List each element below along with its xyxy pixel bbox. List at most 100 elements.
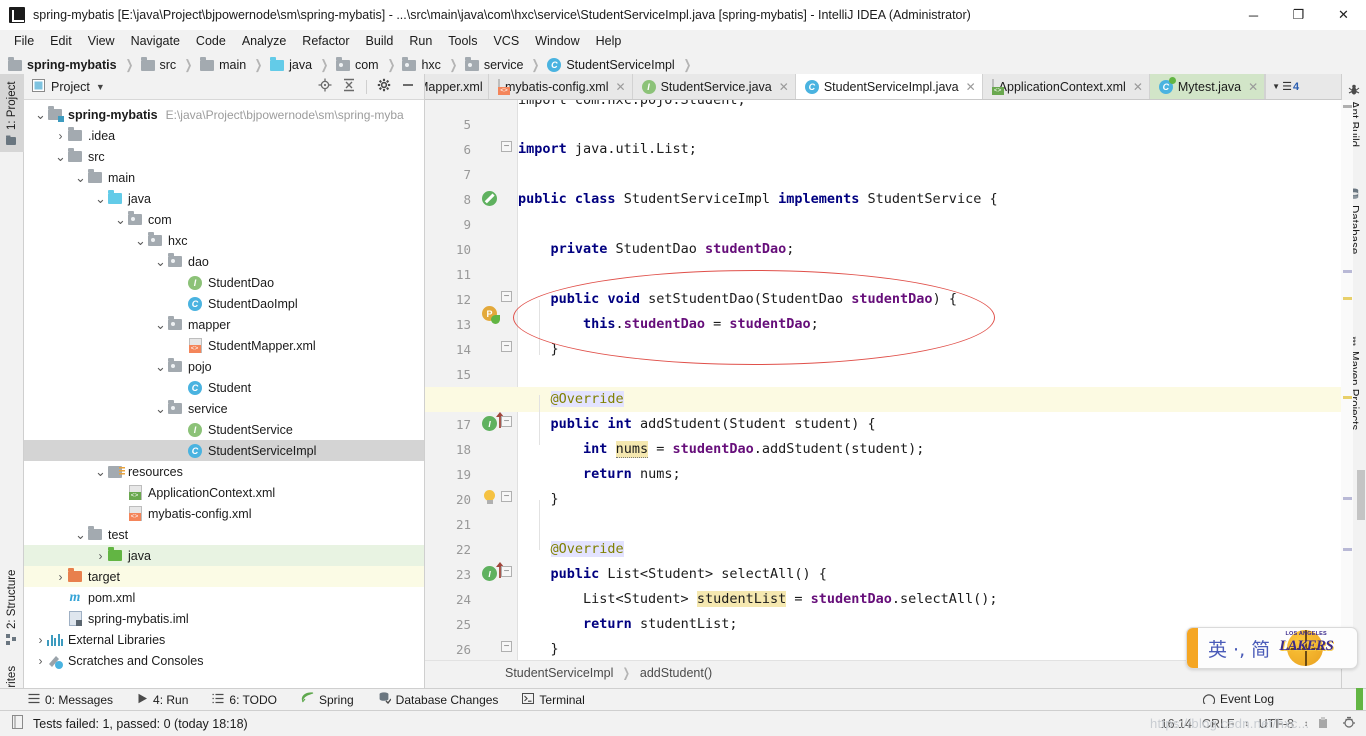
- menu-edit[interactable]: Edit: [42, 32, 80, 50]
- chevron-right-icon[interactable]: ›: [34, 654, 47, 668]
- breadcrumb-item-src[interactable]: src: [140, 56, 176, 72]
- line-separator[interactable]: CRLF: [1202, 717, 1235, 731]
- close-icon[interactable]: ✕: [779, 80, 789, 94]
- close-button[interactable]: ✕: [1321, 0, 1366, 30]
- tree-node[interactable]: spring-mybatis.iml: [24, 608, 424, 629]
- code-line[interactable]: int nums = studentDao.addStudent(student…: [518, 437, 1341, 462]
- sidebar-item-structure[interactable]: 2: Structure: [0, 559, 24, 651]
- code-line[interactable]: public List<Student> selectAll() {: [518, 562, 1341, 587]
- tree-node[interactable]: C StudentServiceImpl: [24, 440, 424, 461]
- breadcrumb-item-class[interactable]: C StudentServiceImpl: [547, 58, 675, 72]
- tool-window-spring[interactable]: Spring: [301, 692, 354, 707]
- tool-window-database-changes[interactable]: Database Changes: [378, 692, 498, 707]
- tree-node[interactable]: StudentMapper.xml: [24, 335, 424, 356]
- menu-build[interactable]: Build: [358, 32, 402, 50]
- breadcrumb-method[interactable]: addStudent(): [640, 666, 712, 680]
- chevron-down-icon[interactable]: ⌄: [134, 234, 147, 247]
- breadcrumb-item-hxc[interactable]: hxc: [402, 56, 441, 72]
- chevron-down-icon[interactable]: ⌄: [114, 213, 127, 226]
- project-panel-scrollbar[interactable]: [1357, 470, 1365, 520]
- fold-collapse-icon[interactable]: −: [501, 491, 512, 502]
- menu-vcs[interactable]: VCS: [485, 32, 527, 50]
- code-line[interactable]: [518, 162, 1341, 187]
- tree-node[interactable]: ⌄ service: [24, 398, 424, 419]
- fold-collapse-icon[interactable]: −: [501, 141, 512, 152]
- tree-node[interactable]: ⌄ mapper: [24, 314, 424, 335]
- code-editor[interactable]: 567891011121314151617181920212223242526 …: [425, 100, 1341, 660]
- class-initializer-gutter-icon[interactable]: [482, 191, 497, 206]
- code-line[interactable]: public int addStudent(Student student) {: [518, 412, 1341, 437]
- close-icon[interactable]: ✕: [966, 80, 976, 94]
- tree-node[interactable]: ⌄ test: [24, 524, 424, 545]
- tree-node[interactable]: › .idea: [24, 125, 424, 146]
- menu-help[interactable]: Help: [588, 32, 630, 50]
- tree-node[interactable]: I StudentService: [24, 419, 424, 440]
- editor-tab-mytest-java[interactable]: C Mytest.java ✕: [1149, 74, 1266, 99]
- locate-icon[interactable]: [318, 78, 332, 95]
- chevron-down-icon[interactable]: ⌄: [94, 465, 107, 478]
- chevron-down-icon[interactable]: ⌄: [74, 171, 87, 184]
- ime-mode-label[interactable]: 英 ·, 简: [1208, 635, 1270, 662]
- fold-collapse-icon[interactable]: −: [501, 416, 512, 427]
- code-line[interactable]: List<Student> studentList = studentDao.s…: [518, 587, 1341, 612]
- chevron-down-icon[interactable]: ⌄: [94, 192, 107, 205]
- menu-navigate[interactable]: Navigate: [123, 32, 188, 50]
- intention-bulb-icon[interactable]: [483, 490, 496, 505]
- hide-icon[interactable]: [401, 78, 415, 95]
- breadcrumb-item-main[interactable]: main: [200, 56, 246, 72]
- code-line[interactable]: [518, 262, 1341, 287]
- tree-node[interactable]: ApplicationContext.xml: [24, 482, 424, 503]
- tree-node[interactable]: › External Libraries: [24, 629, 424, 650]
- breadcrumb-item-java[interactable]: java: [270, 56, 312, 72]
- collapse-all-icon[interactable]: [342, 78, 356, 95]
- code-line[interactable]: @Override: [518, 387, 1341, 412]
- code-line[interactable]: }: [518, 337, 1341, 362]
- tree-node[interactable]: ⌄ hxc: [24, 230, 424, 251]
- editor-tab-mybatis-config-xml[interactable]: mybatis-config.xml ✕: [489, 74, 633, 99]
- chevron-down-icon[interactable]: ⌄: [154, 318, 167, 331]
- code-line[interactable]: [518, 112, 1341, 137]
- breadcrumb-item-com[interactable]: com: [335, 56, 379, 72]
- tree-node[interactable]: ⌄ main: [24, 167, 424, 188]
- fold-collapse-icon[interactable]: −: [501, 291, 512, 302]
- menu-tools[interactable]: Tools: [440, 32, 485, 50]
- code-lines[interactable]: import java.util.List; public class Stude…: [425, 100, 1341, 660]
- code-line[interactable]: }: [518, 487, 1341, 512]
- chevron-down-icon[interactable]: ⌄: [74, 528, 87, 541]
- editor-tab-studentserviceimpl-java[interactable]: C StudentServiceImpl.java ✕: [795, 74, 983, 99]
- encoding-chevron[interactable]: ↕: [1304, 719, 1308, 728]
- tree-node[interactable]: › Scratches and Consoles: [24, 650, 424, 671]
- menu-run[interactable]: Run: [401, 32, 440, 50]
- tree-node[interactable]: mybatis-config.xml: [24, 503, 424, 524]
- chevron-right-icon[interactable]: ›: [34, 633, 47, 647]
- chevron-down-icon[interactable]: ⌄: [154, 360, 167, 373]
- file-encoding[interactable]: UTF-8: [1259, 717, 1294, 731]
- chevron-right-icon[interactable]: ›: [94, 549, 107, 563]
- chevron-down-icon[interactable]: ⌄: [154, 402, 167, 415]
- tool-window-messages[interactable]: 0: Messages: [28, 693, 113, 707]
- code-line[interactable]: public void setStudentDao(StudentDao stu…: [518, 287, 1341, 312]
- tree-node[interactable]: ⌄ java: [24, 188, 424, 209]
- menu-file[interactable]: File: [6, 32, 42, 50]
- fold-collapse-icon[interactable]: −: [501, 341, 512, 352]
- fold-collapse-icon[interactable]: −: [501, 566, 512, 577]
- tree-node[interactable]: C StudentDaoImpl: [24, 293, 424, 314]
- tree-node[interactable]: ⌄ resources: [24, 461, 424, 482]
- tree-node[interactable]: ⌄ pojo: [24, 356, 424, 377]
- chevron-down-icon[interactable]: ⌄: [34, 108, 47, 121]
- menu-window[interactable]: Window: [527, 32, 587, 50]
- breadcrumb-item-service[interactable]: service: [464, 56, 523, 72]
- project-tree[interactable]: ⌄ spring-mybatis E:\java\Project\bjpowerno…: [24, 101, 424, 688]
- tree-node[interactable]: ⌄ dao: [24, 251, 424, 272]
- tree-node[interactable]: ⌄ src: [24, 146, 424, 167]
- code-line[interactable]: this.studentDao = studentDao;: [518, 312, 1341, 337]
- menu-analyze[interactable]: Analyze: [234, 32, 294, 50]
- inspection-icon[interactable]: [1342, 715, 1356, 732]
- code-line[interactable]: private StudentDao studentDao;: [518, 237, 1341, 262]
- code-line[interactable]: [518, 362, 1341, 387]
- fold-collapse-icon[interactable]: −: [501, 641, 512, 652]
- menu-code[interactable]: Code: [188, 32, 234, 50]
- editor-tab-studentservice-java[interactable]: I StudentService.java ✕: [633, 74, 796, 99]
- caret-position[interactable]: 16:14: [1161, 717, 1192, 731]
- spring-bean-gutter-icon[interactable]: P: [482, 306, 500, 324]
